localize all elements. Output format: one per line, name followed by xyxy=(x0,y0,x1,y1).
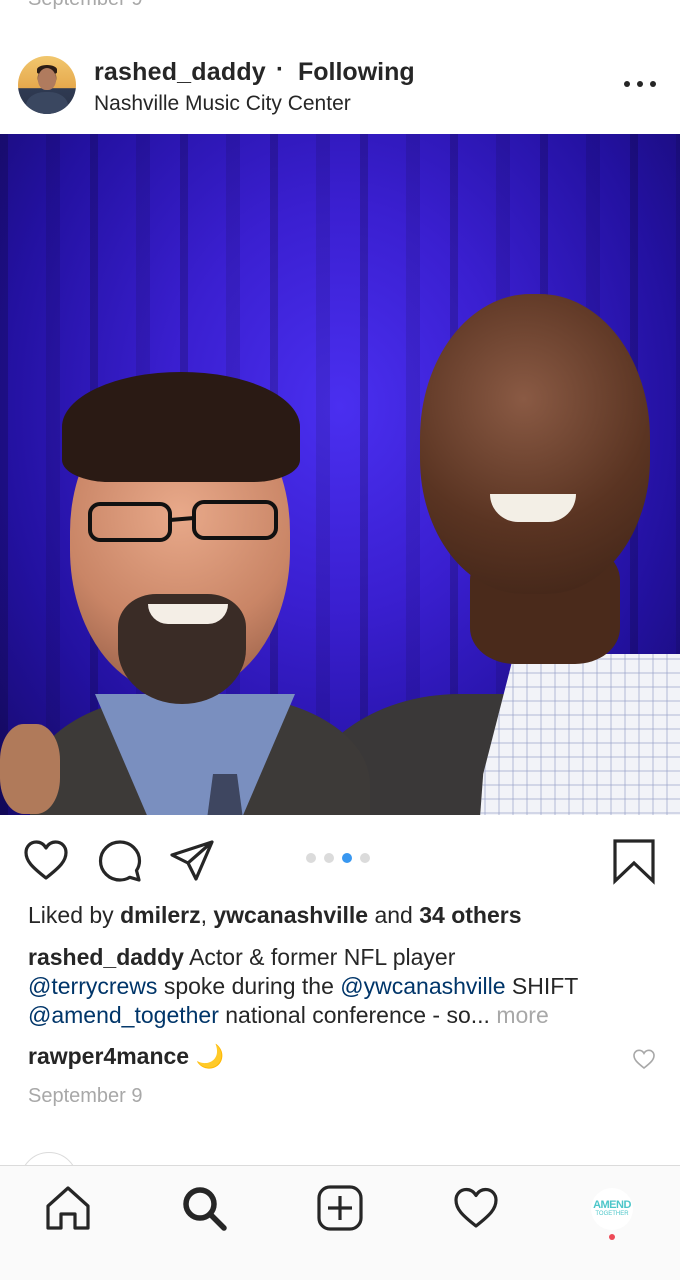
photo-person-left-smile xyxy=(148,604,228,624)
post-location[interactable]: Nashville Music City Center xyxy=(94,92,351,116)
comment: rawper4mance 🌙 xyxy=(28,1043,224,1070)
post-photo[interactable] xyxy=(0,134,680,815)
previous-post-date: September 9 xyxy=(28,0,143,11)
carousel-dot xyxy=(324,853,334,863)
comment-like-heart-icon[interactable] xyxy=(632,1048,656,1070)
caption-text: spoke during the xyxy=(163,973,334,999)
add-icon[interactable] xyxy=(316,1184,364,1232)
separator: · xyxy=(276,56,284,83)
likes-others-count[interactable]: 34 others xyxy=(419,902,521,928)
caption-mention[interactable]: @terrycrews xyxy=(28,973,157,999)
notification-dot xyxy=(609,1234,615,1240)
caption-more-link[interactable]: more xyxy=(496,1002,548,1028)
likes-comma: , xyxy=(200,902,207,928)
photo-hand xyxy=(0,724,60,814)
photo-person-right-head xyxy=(420,294,650,594)
likes-summary[interactable]: Liked by dmilerz, ywcanashville and 34 o… xyxy=(28,902,522,929)
action-bar xyxy=(0,815,680,903)
photo-person-left-hair xyxy=(62,372,300,482)
photo-person-right-shirt xyxy=(470,654,680,815)
avatar-body xyxy=(26,92,68,114)
comment-icon[interactable] xyxy=(96,837,144,885)
profile-logo-text: AMEND xyxy=(593,1199,631,1211)
caption-text: Actor & former NFL player xyxy=(189,944,456,970)
caption-mention[interactable]: @amend_together xyxy=(28,1002,219,1028)
ellipsis-icon[interactable] xyxy=(624,76,656,92)
avatar-face xyxy=(38,68,56,90)
caption-username[interactable]: rashed_daddy xyxy=(28,944,184,970)
avatar[interactable] xyxy=(18,56,76,114)
activity-heart-icon[interactable] xyxy=(452,1184,500,1232)
liker-username[interactable]: ywcanashville xyxy=(213,902,368,928)
caption-text: national conference - so... xyxy=(225,1002,490,1028)
liker-username[interactable]: dmilerz xyxy=(120,902,201,928)
post-username[interactable]: rashed_daddy xyxy=(94,58,266,87)
search-icon[interactable] xyxy=(180,1184,228,1232)
share-icon[interactable] xyxy=(168,837,216,885)
likes-prefix: Liked by xyxy=(28,902,114,928)
comment-emoji: 🌙 xyxy=(195,1043,225,1069)
profile-logo-subtext: TOGETHER xyxy=(595,1211,629,1217)
likes-connector: and xyxy=(374,902,413,928)
profile-tab-avatar[interactable]: AMEND TOGETHER xyxy=(591,1188,633,1230)
post-date: September 9 xyxy=(28,1085,143,1107)
post-caption: rashed_daddy Actor & former NFL player @… xyxy=(28,943,658,1030)
bottom-tab-bar: AMEND TOGETHER xyxy=(0,1165,680,1280)
carousel-dot-active xyxy=(342,853,352,863)
following-button[interactable]: Following xyxy=(298,58,415,87)
carousel-dot xyxy=(306,853,316,863)
comment-username[interactable]: rawper4mance xyxy=(28,1043,189,1069)
bookmark-icon[interactable] xyxy=(610,837,658,885)
photo-person-left-glasses xyxy=(88,500,278,542)
home-icon[interactable] xyxy=(44,1184,92,1232)
carousel-dot xyxy=(360,853,370,863)
heart-icon[interactable] xyxy=(22,837,70,885)
caption-mention[interactable]: @ywcanashville xyxy=(340,973,505,999)
carousel-indicator xyxy=(306,853,370,863)
post-header: rashed_daddy · Following Nashville Music… xyxy=(0,36,680,134)
caption-text: SHIFT xyxy=(511,973,579,999)
